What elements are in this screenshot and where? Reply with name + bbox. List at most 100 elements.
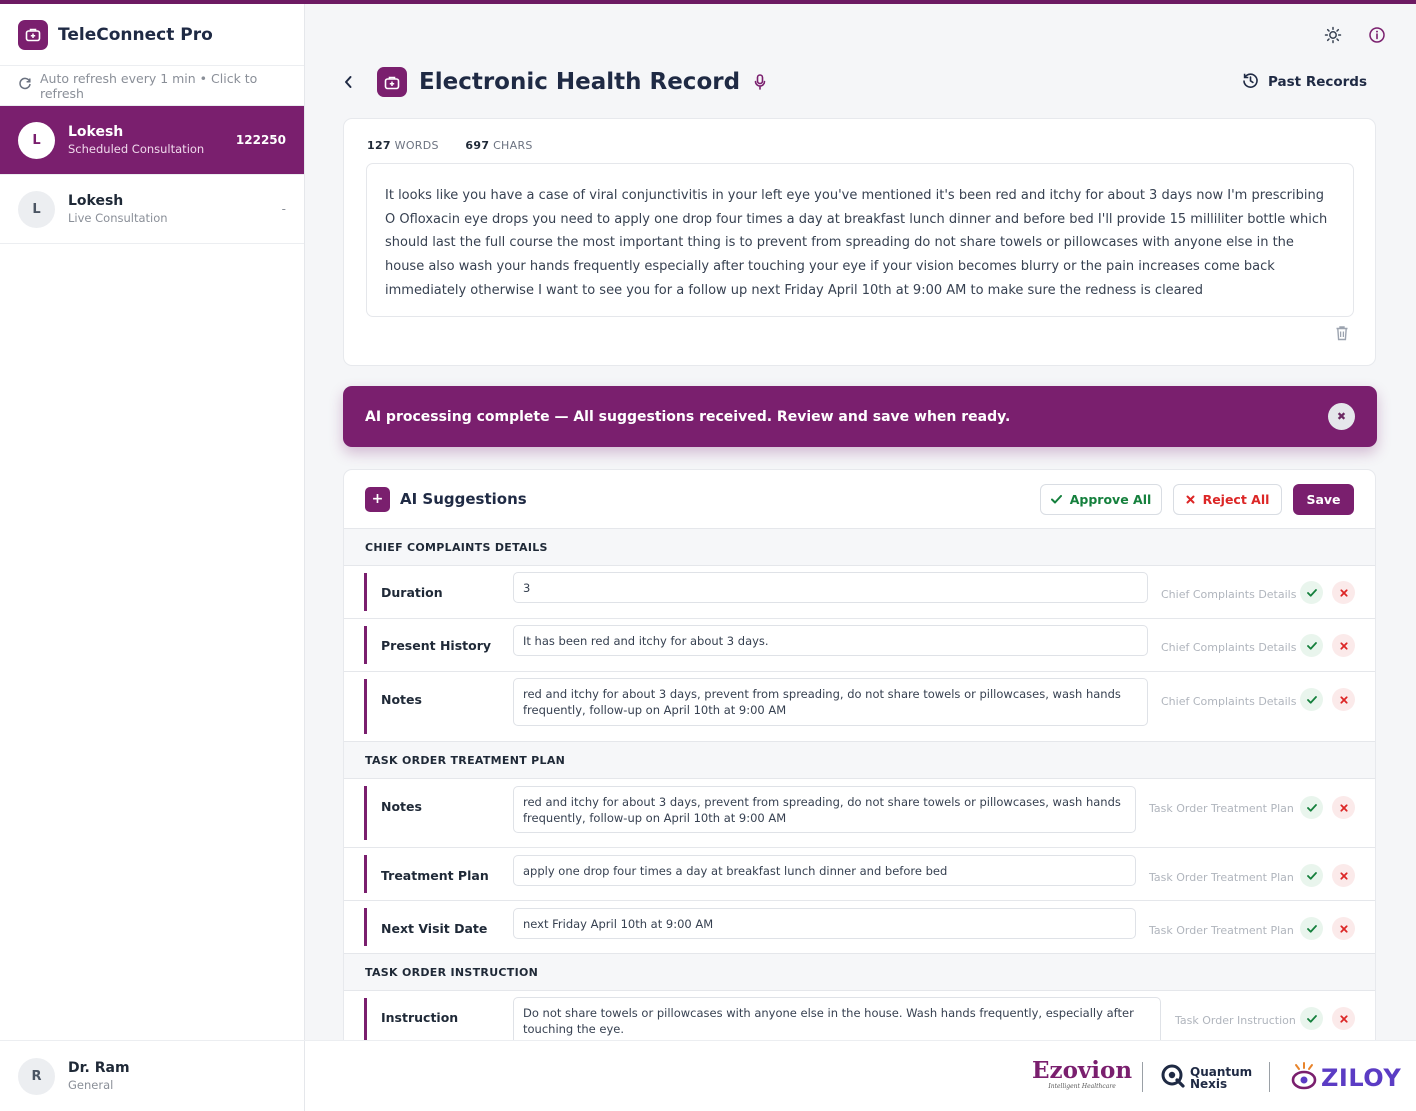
- reject-button[interactable]: [1332, 581, 1355, 604]
- field-category: Chief Complaints Details: [1161, 641, 1297, 654]
- field-value[interactable]: red and itchy for about 3 days, prevent …: [513, 786, 1136, 833]
- field-category: Chief Complaints Details: [1161, 588, 1297, 601]
- suggestions-title: AI Suggestions: [400, 490, 527, 508]
- row-accent: [364, 679, 367, 734]
- consultation-type: Scheduled Consultation: [68, 142, 205, 156]
- suggestion-row: Present History It has been red and itch…: [344, 619, 1375, 672]
- refresh-text: Auto refresh every 1 min • Click to refr…: [40, 70, 258, 101]
- doctor-name: Dr. Ram: [68, 1060, 130, 1076]
- field-value[interactable]: Do not share towels or pillowcases with …: [513, 997, 1161, 1045]
- divider: [1142, 1062, 1143, 1092]
- doctor-role: General: [68, 1078, 114, 1092]
- field-label: Treatment Plan: [381, 868, 489, 883]
- suggestion-row: Duration 3 Chief Complaints Details: [344, 566, 1375, 619]
- approve-button[interactable]: [1300, 634, 1323, 657]
- save-button[interactable]: Save: [1293, 483, 1354, 515]
- field-value[interactable]: It has been red and itchy for about 3 da…: [513, 625, 1148, 656]
- patient-item[interactable]: L Lokesh Live Consultation -: [0, 175, 304, 244]
- x-icon: [1339, 871, 1348, 880]
- patient-name: Lokesh: [68, 124, 124, 140]
- approve-button[interactable]: [1300, 864, 1323, 887]
- consultation-type: Live Consultation: [68, 211, 168, 225]
- close-icon[interactable]: ✖: [1328, 403, 1355, 430]
- ai-suggestions-card: + AI Suggestions Approve All Reject All …: [343, 469, 1376, 1069]
- reject-button[interactable]: [1332, 1007, 1355, 1030]
- check-icon: [1306, 871, 1317, 880]
- field-category: Task Order Treatment Plan: [1149, 924, 1294, 937]
- trash-icon[interactable]: [1335, 325, 1349, 345]
- word-label: WORDS: [394, 139, 439, 152]
- char-label: CHARS: [493, 139, 533, 152]
- check-icon: [1306, 924, 1317, 933]
- suggestion-row: Next Visit Date next Friday April 10th a…: [344, 901, 1375, 954]
- row-accent: [364, 908, 367, 946]
- section-header: TASK ORDER INSTRUCTION: [344, 954, 1375, 991]
- field-label: Notes: [381, 692, 422, 707]
- reject-button[interactable]: [1332, 796, 1355, 819]
- header-actions: [1324, 26, 1386, 48]
- patient-name: Lokesh: [68, 193, 124, 209]
- field-category: Task Order Treatment Plan: [1149, 871, 1294, 884]
- approve-all-button[interactable]: Approve All: [1040, 483, 1162, 515]
- transcript-counts: 127 WORDS 697 CHARS: [367, 139, 533, 152]
- sun-icon[interactable]: [1324, 26, 1342, 48]
- brand: TeleConnect Pro: [0, 4, 304, 66]
- reject-button[interactable]: [1332, 864, 1355, 887]
- x-icon: [1339, 695, 1348, 704]
- reject-button[interactable]: [1332, 634, 1355, 657]
- x-icon: [1186, 495, 1195, 504]
- patient-item-active[interactable]: L Lokesh Scheduled Consultation 122250: [0, 106, 304, 175]
- ziloy-eye-icon: [1290, 1061, 1318, 1095]
- field-value[interactable]: apply one drop four times a day at break…: [513, 855, 1136, 886]
- approve-button[interactable]: [1300, 917, 1323, 940]
- avatar: R: [18, 1057, 55, 1095]
- reject-all-button[interactable]: Reject All: [1173, 483, 1282, 515]
- doctor-profile[interactable]: R Dr. Ram General: [0, 1040, 305, 1111]
- approve-button[interactable]: [1300, 1007, 1323, 1030]
- suggestion-row: Notes red and itchy for about 3 days, pr…: [344, 779, 1375, 848]
- x-icon: [1339, 803, 1348, 812]
- refresh-icon: [18, 77, 32, 94]
- page-title: Electronic Health Record: [419, 69, 741, 95]
- section-header: CHIEF COMPLAINTS DETAILS: [344, 529, 1375, 566]
- nexis-text: Nexis: [1190, 1077, 1228, 1091]
- refresh-link[interactable]: Auto refresh every 1 min • Click to refr…: [0, 66, 304, 106]
- approve-button[interactable]: [1300, 581, 1323, 604]
- suggestions-header: + AI Suggestions Approve All Reject All …: [344, 470, 1375, 529]
- approve-button[interactable]: [1300, 688, 1323, 711]
- row-accent: [364, 786, 367, 840]
- reject-button[interactable]: [1332, 917, 1355, 940]
- ziloy-logo: ZILOY: [1290, 1061, 1401, 1095]
- chevron-left-icon[interactable]: [343, 75, 363, 89]
- x-icon: [1339, 641, 1348, 650]
- transcript-text[interactable]: It looks like you have a case of viral c…: [366, 163, 1354, 317]
- suggestion-row: Notes red and itchy for about 3 days, pr…: [344, 672, 1375, 742]
- field-value[interactable]: red and itchy for about 3 days, prevent …: [513, 678, 1148, 726]
- field-value[interactable]: 3: [513, 572, 1148, 603]
- field-label: Present History: [381, 638, 492, 653]
- quantum-q-icon: [1160, 1063, 1186, 1093]
- past-records-button[interactable]: Past Records: [1242, 72, 1376, 93]
- field-label: Instruction: [381, 1010, 459, 1025]
- medical-bag-icon: [377, 67, 407, 97]
- ziloy-text: ZILOY: [1321, 1064, 1402, 1092]
- ezovion-tagline: Intelligent Healthcare: [1048, 1083, 1116, 1090]
- page-header: Electronic Health Record Past Records: [343, 64, 1376, 100]
- field-category: Chief Complaints Details: [1161, 695, 1297, 708]
- avatar: L: [18, 190, 55, 228]
- ezovion-logo: Ezovion Intelligent Healthcare: [1032, 1059, 1132, 1091]
- avatar: L: [18, 121, 55, 159]
- x-icon: [1339, 924, 1348, 933]
- section-header: TASK ORDER TREATMENT PLAN: [344, 742, 1375, 779]
- check-icon: [1306, 803, 1317, 812]
- x-icon: [1339, 588, 1348, 597]
- check-icon: [1306, 641, 1317, 650]
- char-count: 697: [465, 139, 490, 152]
- field-value[interactable]: next Friday April 10th at 9:00 AM: [513, 908, 1136, 939]
- approve-button[interactable]: [1300, 796, 1323, 819]
- reject-button[interactable]: [1332, 688, 1355, 711]
- medical-bag-icon: [18, 19, 48, 50]
- past-records-label: Past Records: [1267, 74, 1367, 90]
- info-icon[interactable]: [1368, 26, 1386, 48]
- microphone-icon[interactable]: [754, 74, 766, 90]
